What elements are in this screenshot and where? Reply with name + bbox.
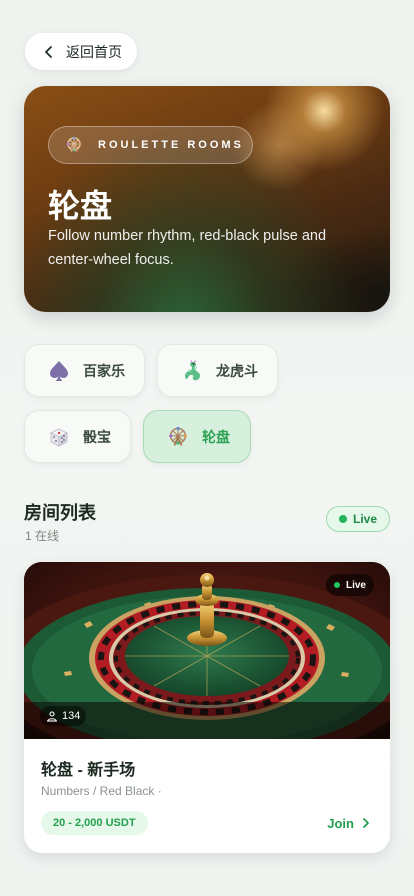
category-sicbo-button[interactable]: 骰宝 <box>24 410 131 463</box>
category-label: 龙虎斗 <box>216 362 258 379</box>
chevron-right-icon <box>363 818 369 828</box>
dragon-icon <box>181 359 203 382</box>
dice-icon <box>48 426 70 448</box>
room-live-badge: Live <box>325 574 374 596</box>
users-icon <box>47 711 57 722</box>
live-dot-icon <box>333 582 340 588</box>
room-live-label: Live <box>345 579 366 591</box>
online-count: 1 在线 <box>25 529 60 543</box>
live-dot-icon <box>338 515 347 523</box>
category-label: 骰宝 <box>83 428 111 445</box>
room-tags: Numbers / Red Black · <box>41 784 162 798</box>
join-room-button[interactable]: Join <box>327 813 372 833</box>
join-label: Join <box>327 815 354 831</box>
hero-description: Follow number rhythm, red-black pulse an… <box>48 228 327 268</box>
room-player-count: 134 <box>40 706 87 726</box>
category-label: 百家乐 <box>83 362 125 379</box>
player-count-value: 134 <box>62 710 81 722</box>
page: 返回首页 ROULETTE ROOMS 轮盘 Follow number rhy… <box>0 0 414 896</box>
rooms-section-title: 房间列表 <box>24 503 96 523</box>
live-label: Live <box>352 512 377 526</box>
room-bet-limit-badge: 20 - 2,000 USDT <box>41 811 148 835</box>
hero-banner: ROULETTE ROOMS 轮盘 Follow number rhythm, … <box>24 86 390 312</box>
chevron-left-icon <box>45 45 52 58</box>
category-roulette-button[interactable]: 轮盘 <box>143 410 251 463</box>
category-label: 轮盘 <box>202 428 230 445</box>
hero-title: 轮盘 <box>48 188 113 224</box>
room-name: 轮盘 - 新手场 <box>41 762 136 779</box>
category-baccarat-button[interactable]: 百家乐 <box>24 344 145 397</box>
ferris-wheel-icon <box>66 136 82 153</box>
spade-icon <box>48 360 70 382</box>
ferris-wheel-icon <box>167 426 189 448</box>
live-status-badge: Live <box>326 506 390 532</box>
back-home-button[interactable]: 返回首页 <box>25 33 137 70</box>
hero-badge: ROULETTE ROOMS <box>48 126 253 164</box>
hero-badge-text: ROULETTE ROOMS <box>98 139 244 151</box>
category-dragon-tiger-button[interactable]: 龙虎斗 <box>157 344 278 397</box>
room-card[interactable]: Live 134 轮盘 - 新手场 Numbers / Red Black · … <box>24 562 390 853</box>
back-home-label: 返回首页 <box>66 43 122 60</box>
